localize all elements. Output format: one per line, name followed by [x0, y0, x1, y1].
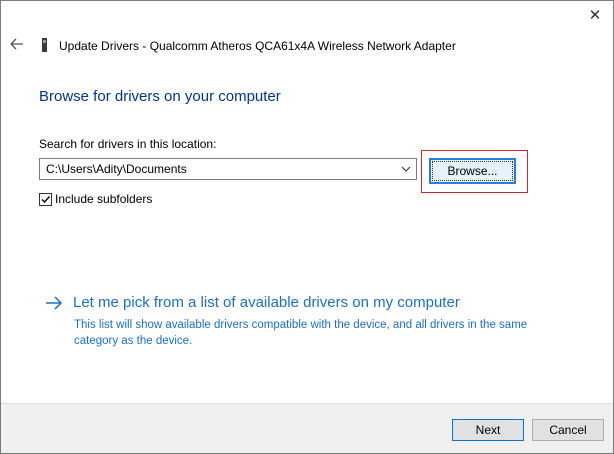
chevron-down-icon[interactable]	[399, 162, 413, 176]
browse-button[interactable]: Browse...	[429, 158, 516, 184]
window-title: Update Drivers - Qualcomm Atheros QCA61x…	[59, 39, 456, 53]
close-icon: ✕	[588, 7, 602, 24]
dialog-footer: Next Cancel	[1, 403, 613, 453]
pick-link-label[interactable]: Let me pick from a list of available dri…	[73, 294, 460, 311]
checkmark-icon	[41, 195, 51, 203]
checkbox-box[interactable]	[39, 192, 52, 206]
back-arrow-icon	[10, 38, 23, 50]
right-arrow-icon	[46, 295, 63, 310]
pick-from-list-link[interactable]: Let me pick from a list of available dri…	[45, 294, 460, 311]
back-button[interactable]	[7, 34, 27, 54]
path-combobox[interactable]	[39, 158, 417, 180]
network-adapter-icon	[42, 38, 47, 52]
update-drivers-window: ✕ Update Drivers - Qualcomm Atheros QCA6…	[0, 0, 614, 454]
include-subfolders-label: Include subfolders	[55, 192, 153, 206]
next-button[interactable]: Next	[452, 419, 524, 441]
search-location-label: Search for drivers in this location:	[39, 137, 217, 151]
close-button[interactable]: ✕	[585, 5, 605, 25]
include-subfolders-checkbox[interactable]: Include subfolders	[39, 192, 152, 206]
pick-link-description: This list will show available drivers co…	[74, 319, 528, 347]
path-input[interactable]	[40, 162, 396, 176]
page-heading: Browse for drivers on your computer	[39, 88, 281, 105]
cancel-button[interactable]: Cancel	[532, 419, 604, 441]
